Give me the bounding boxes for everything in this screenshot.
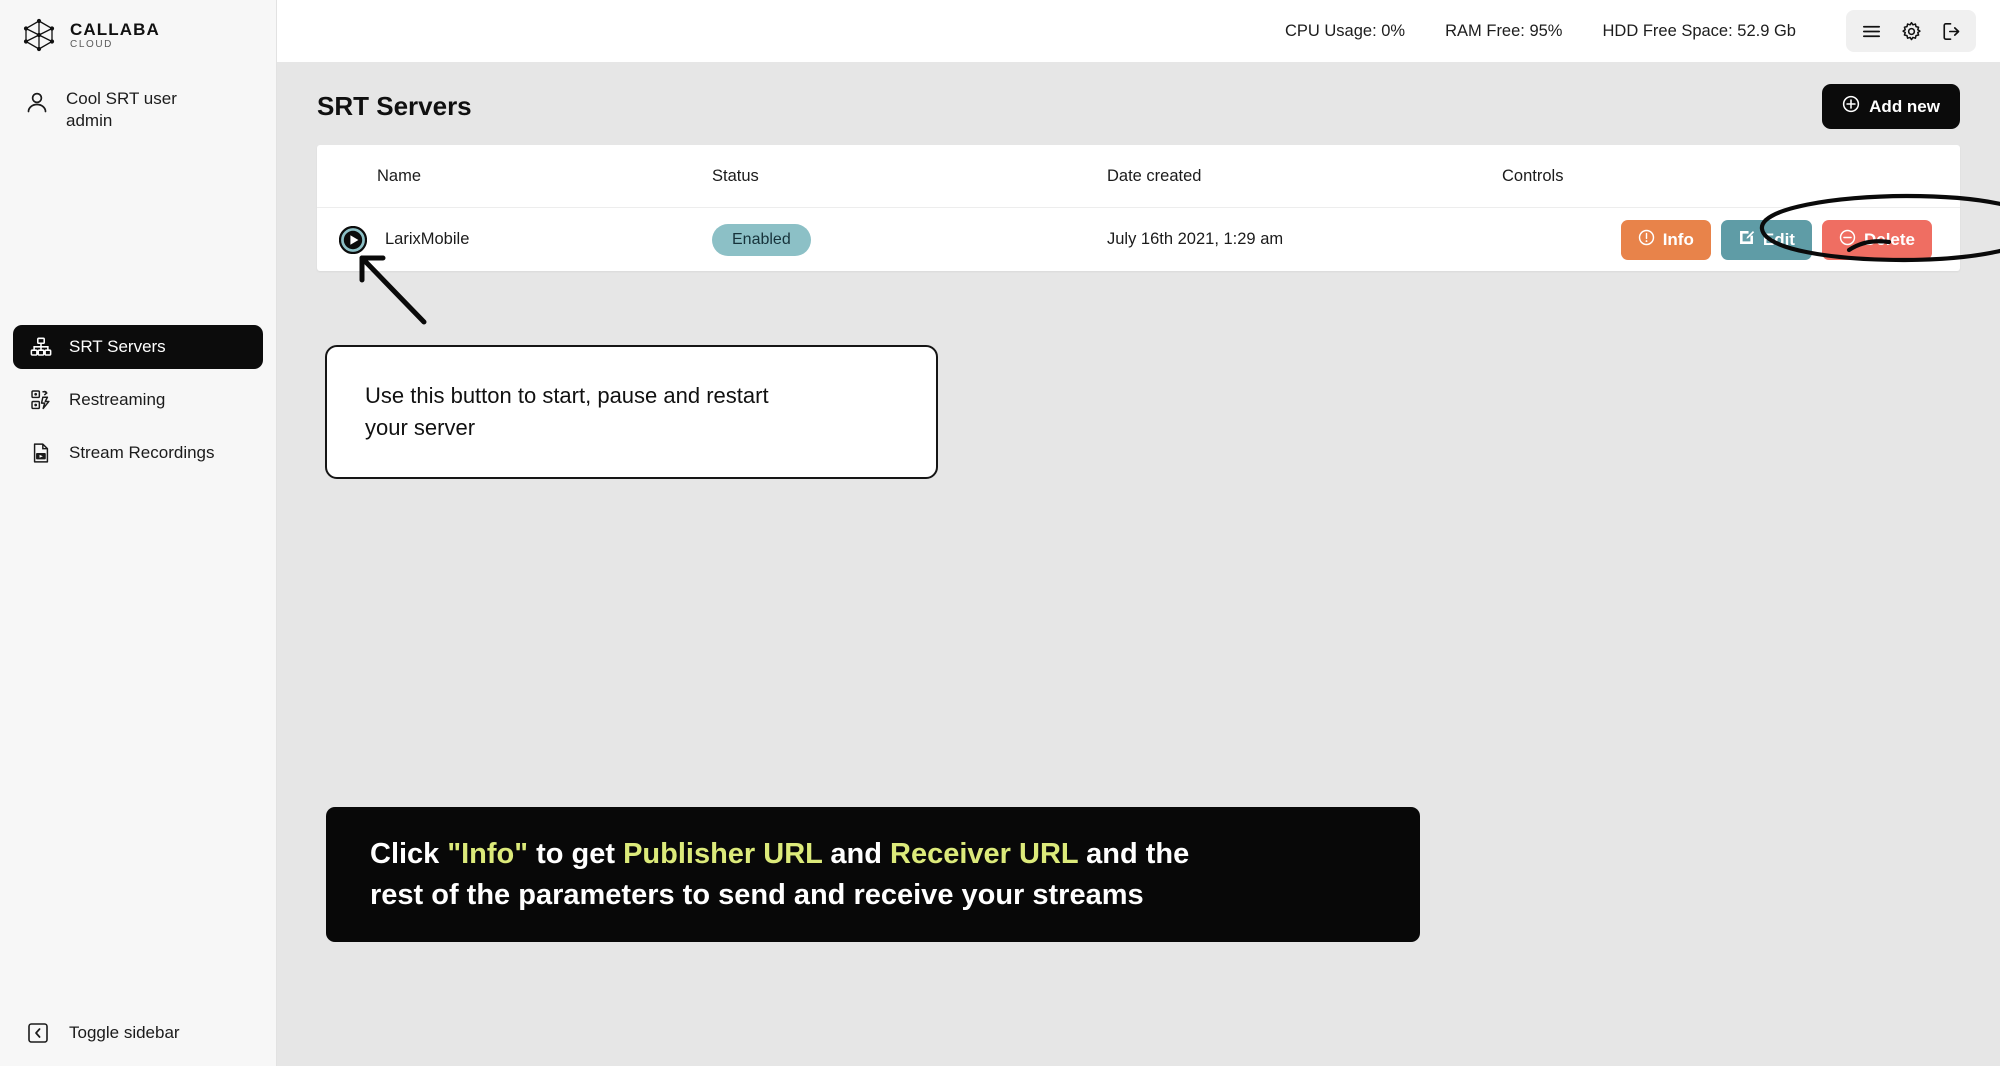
restream-icon — [29, 388, 53, 412]
banner-highlight-info: "Info" — [447, 838, 529, 871]
network-nodes-icon — [22, 18, 56, 52]
sitemap-icon — [29, 335, 53, 359]
page-title: SRT Servers — [317, 91, 472, 121]
sidebar: CALLABA CLOUD Cool SRT user admin SRT Se… — [0, 0, 277, 1066]
cell-status: Enabled — [712, 223, 1107, 256]
callout-text: Use this button to start, pause and rest… — [365, 380, 769, 444]
column-header-name: Name — [377, 166, 422, 185]
user-name-block: Cool SRT user admin — [66, 88, 177, 133]
info-button-label: Info — [1662, 229, 1694, 249]
topbar-icon-group — [1846, 10, 1976, 52]
plus-circle-icon — [1842, 95, 1860, 118]
file-video-icon — [29, 441, 53, 465]
banner-highlight-publisher-url: Publisher URL — [623, 838, 823, 871]
sidebar-nav: SRT Servers Restreaming Stream Recording… — [13, 325, 263, 484]
ram-free-stat: RAM Free: 95% — [1445, 21, 1563, 40]
sidebar-item-label: Restreaming — [69, 390, 166, 409]
cell-controls: Info Edit Delete — [1502, 219, 1960, 260]
add-new-label: Add new — [1869, 96, 1940, 116]
add-new-button[interactable]: Add new — [1822, 84, 1960, 129]
sidebar-item-label: SRT Servers — [69, 337, 166, 356]
delete-button-label: Delete — [1863, 229, 1915, 249]
user-display-name: Cool SRT user — [66, 89, 177, 108]
minus-circle-icon — [1839, 229, 1856, 251]
brand-logo[interactable]: CALLABA CLOUD — [0, 0, 276, 52]
delete-button[interactable]: Delete — [1821, 219, 1932, 260]
toggle-sidebar-button[interactable]: Toggle sidebar — [27, 1022, 180, 1044]
cell-date-created: July 16th 2021, 1:29 am — [1107, 230, 1284, 248]
brand-sub: CLOUD — [70, 38, 114, 50]
topbar: CPU Usage: 0% RAM Free: 95% HDD Free Spa… — [277, 0, 2000, 62]
cell-name: LarixMobile — [317, 225, 712, 254]
banner-part-4: and the — [1078, 838, 1190, 871]
callout-line-1: Use this button to start, pause and rest… — [365, 383, 769, 409]
banner-part-3: and — [822, 838, 891, 871]
user-block[interactable]: Cool SRT user admin — [0, 52, 276, 133]
banner-part-1: Click — [370, 838, 448, 871]
column-header-status: Status — [712, 166, 759, 185]
status-badge: Enabled — [712, 223, 811, 256]
info-button[interactable]: Info — [1620, 219, 1711, 260]
sidebar-item-label: Stream Recordings — [69, 443, 215, 462]
brand-text: CALLABA CLOUD — [70, 21, 160, 50]
hamburger-menu-icon[interactable] — [1856, 16, 1886, 46]
column-header-controls: Controls — [1502, 166, 1564, 185]
server-name: LarixMobile — [385, 230, 470, 248]
gear-icon[interactable] — [1896, 16, 1926, 46]
edit-button[interactable]: Edit — [1720, 219, 1812, 260]
play-circle-icon[interactable] — [338, 225, 368, 254]
info-circle-icon — [1638, 229, 1655, 251]
callout-line-2: your server — [365, 415, 476, 440]
pencil-square-icon — [1738, 229, 1755, 251]
hdd-free-space-stat: HDD Free Space: 52.9 Gb — [1602, 21, 1796, 40]
info-banner: Click "Info" to get Publisher URL and Re… — [326, 807, 1420, 942]
user-icon — [24, 90, 50, 116]
edit-button-label: Edit — [1762, 229, 1795, 249]
app-root: CALLABA CLOUD Cool SRT user admin SRT Se… — [0, 0, 2000, 1066]
banner-part-2: to get — [528, 838, 624, 871]
servers-table: Name Status Date created Controls LarixM… — [317, 145, 1960, 271]
sidebar-item-restreaming[interactable]: Restreaming — [13, 378, 263, 422]
sidebar-item-stream-recordings[interactable]: Stream Recordings — [13, 431, 263, 475]
table-row: LarixMobile Enabled July 16th 2021, 1:29… — [317, 208, 1960, 271]
banner-line-2: rest of the parameters to send and recei… — [370, 878, 1144, 911]
page-header: SRT Servers Add new — [277, 62, 2000, 145]
toggle-sidebar-label: Toggle sidebar — [69, 1023, 180, 1042]
logout-icon[interactable] — [1936, 16, 1966, 46]
chevron-left-square-icon — [27, 1022, 49, 1044]
banner-text: Click "Info" to get Publisher URL and Re… — [370, 834, 1189, 914]
callout-box: Use this button to start, pause and rest… — [325, 345, 938, 479]
sidebar-item-srt-servers[interactable]: SRT Servers — [13, 325, 263, 369]
user-role: admin — [66, 111, 113, 131]
table-header-row: Name Status Date created Controls — [317, 145, 1960, 208]
brand-name: CALLABA — [70, 19, 160, 39]
cpu-usage-stat: CPU Usage: 0% — [1284, 21, 1406, 40]
banner-highlight-receiver-url: Receiver URL — [890, 838, 1079, 871]
column-header-date-created: Date created — [1107, 166, 1202, 185]
